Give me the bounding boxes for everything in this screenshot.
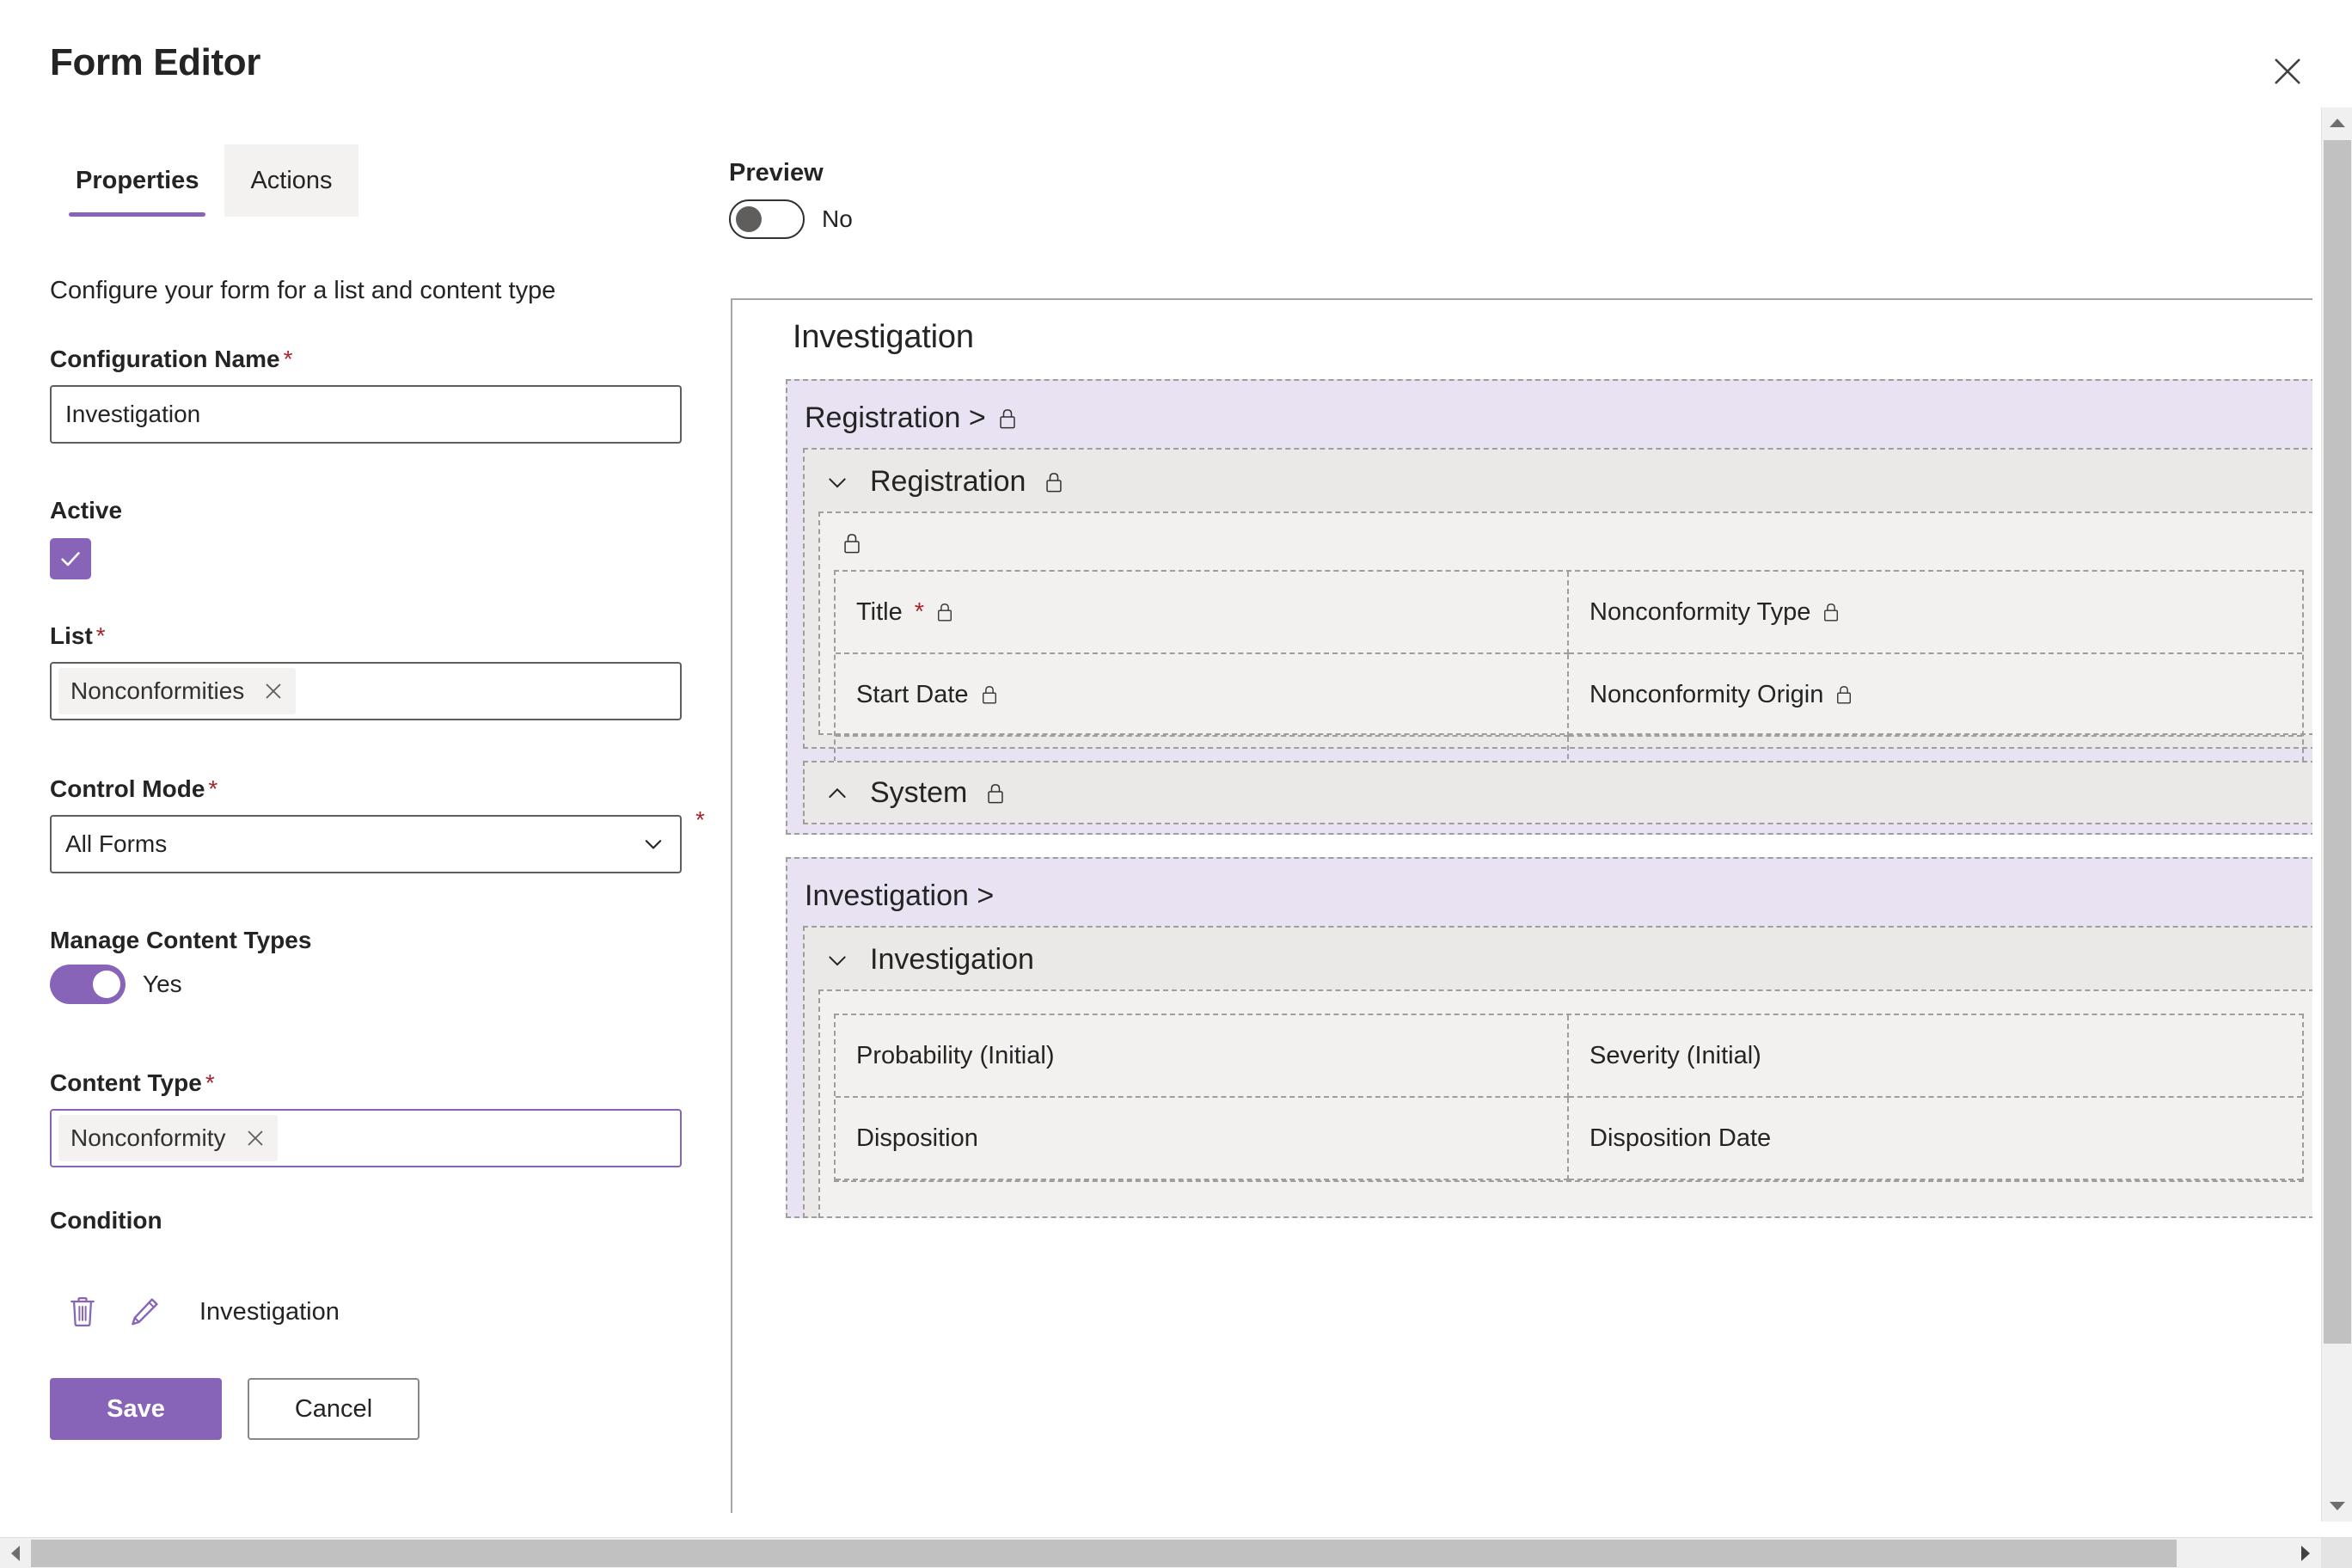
remove-content-type-token-icon[interactable] [245,1128,266,1148]
control-mode-trailing-required-marker: * [695,806,705,833]
preview-label: Preview [729,159,824,187]
preview-field-title[interactable]: Title * [836,572,1569,654]
caret-left-icon[interactable] [0,1538,31,1568]
list-label: List * [50,622,106,649]
condition-row: Investigation [52,1281,340,1343]
active-checkbox[interactable] [50,538,91,579]
check-icon [61,552,80,567]
preview-toggle-row: No [729,199,853,239]
condition-name: Investigation [199,1297,340,1326]
preview-field-grid-investigation: Probability (Initial) Severity (Initial)… [834,1014,2304,1182]
remove-list-token-icon[interactable] [263,681,284,701]
form-subtitle: Configure your form for a list and conte… [50,277,556,304]
lock-icon [936,602,953,622]
preview-fields-box-investigation: Probability (Initial) Severity (Initial)… [818,989,2312,1218]
vertical-scrollbar-thumb[interactable] [2324,140,2351,1344]
preview-field-nonconformity-origin[interactable]: Nonconformity Origin [1569,654,2302,737]
lock-icon [842,532,861,554]
form-actions: Save Cancel [50,1378,420,1440]
chevron-up-icon[interactable] [824,780,851,807]
pencil-icon[interactable] [113,1281,175,1343]
preview-group-registration[interactable]: Registration Title * Nonconformity Type … [803,448,2312,821]
lock-icon [1044,471,1063,493]
preview-field-probability-initial[interactable]: Probability (Initial) [836,1015,1569,1098]
content-type-input[interactable]: Nonconformity [50,1109,682,1167]
preview-field-disposition-date[interactable]: Disposition Date [1569,1098,2302,1180]
manage-content-types-row: Yes [50,965,182,1004]
trash-icon[interactable] [52,1281,113,1343]
condition-label: Condition [50,1207,162,1234]
preview-field-start-date[interactable]: Start Date [836,654,1569,737]
preview-group-investigation-header[interactable]: Investigation [824,943,1034,977]
preview-field-severity-initial[interactable]: Severity (Initial) [1569,1015,2302,1098]
required-marker: * [914,597,925,626]
horizontal-scrollbar[interactable] [0,1537,2352,1568]
chevron-down-icon[interactable] [824,469,851,496]
preview-state: No [822,205,853,232]
preview-tab-section-investigation-title: Investigation > [805,879,995,912]
preview-group-system[interactable]: System [803,761,2312,824]
lock-icon [981,684,998,705]
horizontal-scrollbar-thumb[interactable] [31,1540,2177,1567]
scrollbar-corner [2321,1538,2352,1568]
close-icon[interactable] [2261,45,2314,98]
lock-icon [986,782,1005,805]
manage-content-types-label: Manage Content Types [50,927,312,953]
manage-content-types-state: Yes [143,971,182,997]
lock-icon [1835,684,1853,705]
configuration-name-input[interactable]: Investigation [50,385,682,444]
form-preview-panel: Investigation Registration > Registratio… [731,298,2312,1513]
form-editor-panel: Form Editor Properties Actions Configure… [0,0,2352,1568]
manage-content-types-toggle[interactable] [50,965,126,1004]
chevron-down-icon [640,831,666,857]
properties-form: Configure your form for a list and conte… [0,0,731,1534]
vertical-scrollbar[interactable] [2321,107,2352,1522]
list-token: Nonconformities [58,668,297,714]
content-type-token: Nonconformity [58,1115,278,1161]
list-input[interactable]: Nonconformities [50,662,682,720]
preview-form-title: Investigation [793,319,974,355]
preview-group-registration-header[interactable]: Registration [824,465,1063,499]
caret-down-icon[interactable] [2322,1491,2352,1522]
preview-field-nonconformity-type[interactable]: Nonconformity Type [1569,572,2302,654]
preview-field-disposition[interactable]: Disposition [836,1098,1569,1180]
preview-tab-section-registration[interactable]: Registration > Registration Title * Nonc… [786,379,2312,835]
configuration-name-label: Configuration Name * [50,346,293,372]
preview-group-investigation[interactable]: Investigation Probability (Initial) Seve… [803,926,2312,1218]
caret-right-icon[interactable] [2290,1538,2321,1568]
chevron-down-icon[interactable] [824,946,851,974]
preview-tab-section-investigation[interactable]: Investigation > Investigation Probabilit… [786,857,2312,1218]
preview-tab-section-registration-title: Registration > [805,401,1017,435]
preview-group-system-header[interactable]: System [824,776,1005,810]
preview-toggle[interactable] [729,199,805,239]
active-label: Active [50,497,123,524]
content-type-label: Content Type * [50,1069,215,1096]
cancel-button[interactable]: Cancel [248,1378,420,1440]
control-mode-select[interactable]: All Forms [50,815,682,873]
lock-icon [998,407,1017,430]
lock-icon [1822,602,1840,622]
caret-up-icon[interactable] [2322,107,2352,138]
save-button[interactable]: Save [50,1378,222,1440]
preview-fields-box-registration: Title * Nonconformity Type Start Date No… [818,511,2312,821]
control-mode-label: Control Mode * [50,775,218,802]
